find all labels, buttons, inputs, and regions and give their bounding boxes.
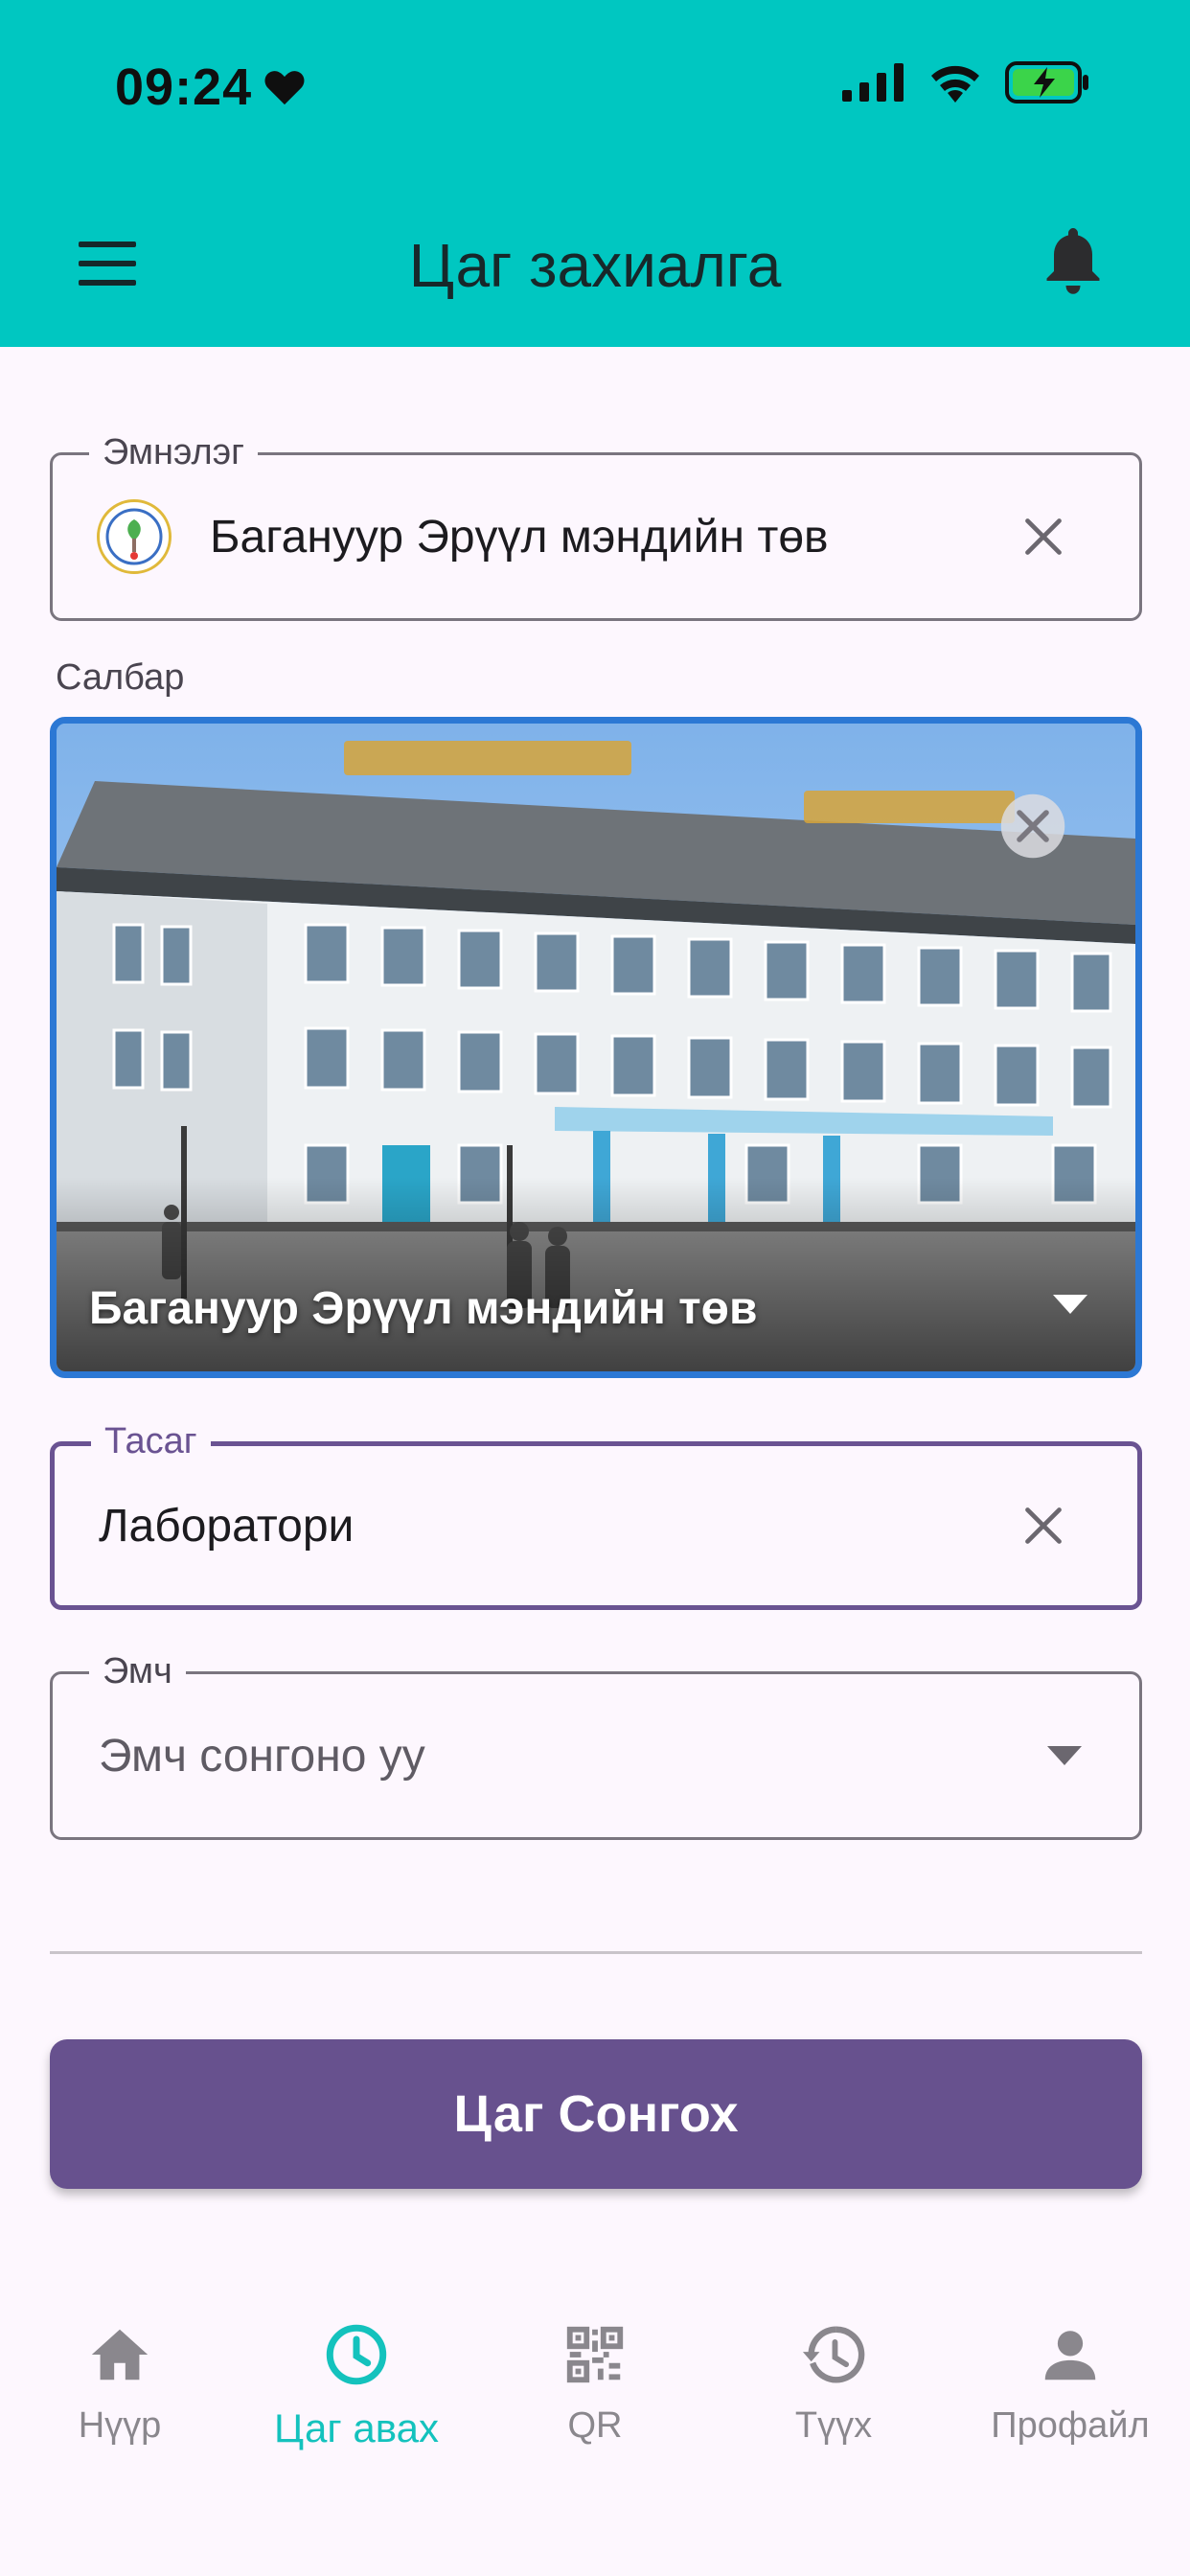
status-time-text: 09:24 <box>115 58 253 116</box>
bottom-navigation: Нүүр Цаг авах QR Түүх Профайл <box>0 2290 1190 2576</box>
person-icon <box>1044 2331 1096 2380</box>
hospital-logo <box>97 499 172 574</box>
signal-icon <box>842 63 904 102</box>
nav-item-qr[interactable]: QR <box>480 2321 710 2474</box>
qr-code-icon <box>566 2326 624 2383</box>
hospital-field[interactable]: Эмнэлэг Багануур Эрүүл мэндийн төв <box>50 432 1142 621</box>
nav-item-history[interactable]: Түүх <box>719 2321 949 2474</box>
branch-building-image <box>57 724 1135 1371</box>
nav-item-appointment[interactable]: Цаг авах <box>241 2321 471 2474</box>
history-icon <box>802 2326 865 2383</box>
wifi-icon <box>931 65 979 103</box>
nav-label-home: Нүүр <box>78 2405 162 2446</box>
dropdown-caret-icon[interactable] <box>1053 1295 1087 1314</box>
clear-department-icon[interactable] <box>1022 1505 1064 1547</box>
nav-item-home[interactable]: Нүүр <box>5 2321 235 2474</box>
home-icon <box>91 2329 149 2380</box>
chevron-down-icon[interactable] <box>1047 1746 1082 1765</box>
department-field[interactable]: Тасаг Лаборатори <box>50 1421 1142 1610</box>
branch-section-label: Салбар <box>56 657 185 698</box>
select-time-button[interactable]: Цаг Сонгох <box>50 2039 1142 2189</box>
app-header: 09:24 Цаг захиалга <box>0 0 1190 347</box>
nav-item-profile[interactable]: Профайл <box>955 2321 1185 2474</box>
battery-icon <box>1005 61 1088 104</box>
doctor-field[interactable]: Эмч Эмч сонгоно уу <box>50 1651 1142 1840</box>
clock-icon <box>326 2324 387 2385</box>
status-indicators <box>842 61 1089 104</box>
page-title: Цаг захиалга <box>408 231 782 300</box>
nav-label-profile: Профайл <box>991 2405 1150 2446</box>
doctor-field-placeholder: Эмч сонгоно уу <box>99 1730 425 1782</box>
nav-label-history: Түүх <box>794 2405 873 2446</box>
clear-hospital-icon[interactable] <box>1022 516 1064 558</box>
divider <box>50 1951 1142 1954</box>
nav-label-appointment: Цаг авах <box>274 2405 439 2450</box>
department-field-value: Лаборатори <box>99 1500 355 1552</box>
clear-branch-icon[interactable] <box>999 793 1066 860</box>
bell-icon <box>1046 228 1100 294</box>
branch-select-card[interactable]: Багануур Эрүүл мэндийн төв <box>50 717 1142 1378</box>
status-time: 09:24 <box>115 58 306 117</box>
branch-name: Багануур Эрүүл мэндийн төв <box>89 1283 758 1334</box>
heart-icon <box>264 71 305 105</box>
nav-label-qr: QR <box>567 2405 623 2446</box>
notifications-button[interactable] <box>1044 228 1102 295</box>
hospital-logo-mark <box>105 508 163 565</box>
hospital-field-value: Багануур Эрүүл мэндийн төв <box>210 511 829 563</box>
